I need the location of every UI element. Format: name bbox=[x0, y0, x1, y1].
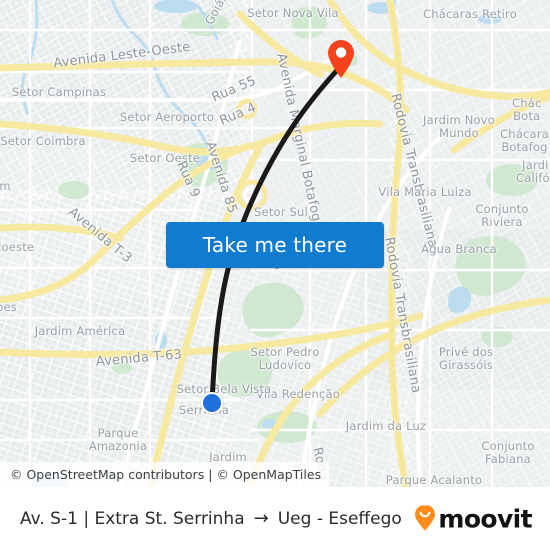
map-container[interactable]: Goiás Setor Nova Vila Chácaras Retiro Av… bbox=[0, 0, 550, 487]
footer-bar: Av. S-1 | Extra St. Serrinha → Ueg - Ese… bbox=[0, 487, 550, 550]
moovit-pin-icon bbox=[414, 504, 436, 532]
moovit-logo[interactable]: moovit bbox=[414, 504, 533, 533]
attribution-separator: | bbox=[208, 467, 213, 482]
route-origin-label: Av. S-1 | Extra St. Serrinha bbox=[20, 508, 245, 529]
destination-pin[interactable] bbox=[326, 39, 356, 79]
osm-attribution-link[interactable]: © OpenStreetMap contributors bbox=[10, 467, 204, 482]
origin-dot[interactable] bbox=[201, 392, 223, 414]
map-attribution: © OpenStreetMap contributors | © OpenMap… bbox=[0, 462, 330, 487]
take-me-there-button[interactable]: Take me there bbox=[166, 222, 384, 268]
moovit-route-screenshot: Goiás Setor Nova Vila Chácaras Retiro Av… bbox=[0, 0, 550, 550]
route-destination-label: Ueg - Eseffego bbox=[277, 508, 402, 529]
moovit-wordmark: moovit bbox=[438, 504, 532, 533]
openmaptiles-attribution-link[interactable]: © OpenMapTiles bbox=[216, 467, 321, 482]
arrow-right-icon: → bbox=[253, 507, 269, 529]
route-title: Av. S-1 | Extra St. Serrinha → Ueg - Ese… bbox=[20, 509, 402, 529]
